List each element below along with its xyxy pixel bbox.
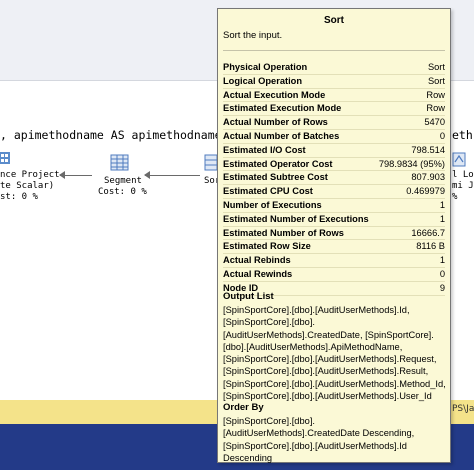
property-value: 798.9834 (95%) xyxy=(378,158,445,169)
output-list-line: [SpinSportCore].[dbo].[AuditUserMethods]… xyxy=(223,391,432,402)
property-row: Estimated Execution Mode Row xyxy=(223,102,445,117)
property-value: 9 xyxy=(439,282,445,293)
property-value: 0.469979 xyxy=(406,186,445,197)
tooltip-properties-table: Physical Operation Sort Logical Operation… xyxy=(223,61,445,296)
property-row: Estimated Number of Executions 1 xyxy=(223,213,445,227)
property-label: Actual Rebinds xyxy=(223,255,291,266)
property-row: Number of Executions 1 xyxy=(223,199,445,213)
property-row: Estimated CPU Cost 0.469979 xyxy=(223,185,445,199)
compute-scalar-label-1: nce Project xyxy=(0,170,60,180)
property-row: Physical Operation Sort xyxy=(223,61,445,75)
property-value: Row xyxy=(426,89,445,100)
right-op-label-2: mi J xyxy=(452,181,474,191)
property-label: Estimated Number of Rows xyxy=(223,227,344,238)
property-label: Estimated Execution Mode xyxy=(223,103,342,114)
sql-code-text: , apimethodname AS apimethodname , r xyxy=(0,128,250,142)
output-list-line: [SpinSportCore].[dbo].[AuditUserMethods]… xyxy=(223,366,429,377)
segment-label: Segment xyxy=(104,176,142,186)
tooltip-description: Sort the input. xyxy=(223,30,283,41)
property-row: Estimated Number of Rows 16666.7 xyxy=(223,227,445,241)
output-list-line: [AuditUserMethods].CreatedDate, [SpinSpo… xyxy=(223,329,434,340)
output-list-title: Output List xyxy=(223,291,274,302)
sort-icon[interactable] xyxy=(204,154,217,172)
property-label: Estimated CPU Cost xyxy=(223,186,313,197)
order-by-line: [SpinSportCore].[dbo].[AuditUserMethods]… xyxy=(223,440,407,451)
property-label: Actual Rewinds xyxy=(223,268,293,279)
right-op-label-3: % xyxy=(452,192,458,202)
property-row: Actual Execution Mode Row xyxy=(223,89,445,103)
property-value: 1 xyxy=(439,199,445,210)
plan-arrow-segment-to-compute xyxy=(59,171,92,179)
property-value: 1 xyxy=(439,213,445,224)
status-path-text: PS\Jai xyxy=(452,404,474,414)
order-by-line: Descending xyxy=(223,452,273,463)
order-by-line: [SpinSportCore].[dbo]. xyxy=(223,416,315,426)
property-label: Physical Operation xyxy=(223,62,308,72)
property-row: Estimated I/O Cost 798.514 xyxy=(223,144,445,158)
plan-arrow-sort-to-segment xyxy=(144,171,200,179)
property-value: 0 xyxy=(439,268,445,279)
property-value: 16666.7 xyxy=(411,227,445,238)
property-value: Sort xyxy=(427,62,445,72)
property-label: Estimated Subtree Cost xyxy=(223,172,328,183)
nested-loops-icon[interactable] xyxy=(452,152,466,168)
sort-operator-tooltip: Sort Sort the input. Physical Operation S… xyxy=(217,8,451,463)
sql-code-text-right: eth xyxy=(452,128,473,142)
order-by-title: Order By xyxy=(223,402,264,413)
property-label: Actual Execution Mode xyxy=(223,89,326,100)
property-row: Estimated Operator Cost 798.9834 (95%) xyxy=(223,158,445,172)
compute-scalar-cost: st: 0 % xyxy=(0,192,38,202)
segment-icon[interactable] xyxy=(110,154,130,172)
property-value: Sort xyxy=(427,75,445,86)
property-value: Row xyxy=(426,103,445,114)
property-value: 8116 B xyxy=(416,241,445,252)
output-list-line: [SpinSportCore].[dbo].[AuditUserMethods]… xyxy=(223,378,446,389)
sql-code-line-right[interactable]: eth xyxy=(452,126,474,144)
property-label: Estimated Operator Cost xyxy=(223,158,333,169)
tooltip-divider-top xyxy=(223,50,445,51)
output-list-line: [SpinSportCore].[dbo].[AuditUserMethods]… xyxy=(223,305,410,315)
right-op-label-1: l Loo xyxy=(452,170,474,180)
property-row: Actual Rewinds 0 xyxy=(223,268,445,282)
output-list-line: [dbo].[AuditUserMethods].ApiMethodName, xyxy=(223,341,403,352)
property-label: Actual Number of Rows xyxy=(223,117,328,128)
property-label: Estimated Number of Executions xyxy=(223,213,369,224)
property-row: Logical Operation Sort xyxy=(223,75,445,89)
property-row: Actual Number of Rows 5470 xyxy=(223,116,445,130)
order-by-list: [SpinSportCore].[dbo]. [AuditUserMethods… xyxy=(223,415,445,464)
property-row: Actual Rebinds 1 xyxy=(223,254,445,268)
property-label: Logical Operation xyxy=(223,75,303,86)
property-row: Actual Number of Batches 0 xyxy=(223,130,445,144)
compute-scalar-icon[interactable] xyxy=(0,150,12,166)
output-list-line: [SpinSportCore].[dbo]. xyxy=(223,317,315,328)
property-label: Number of Executions xyxy=(223,199,322,210)
order-by-line: [AuditUserMethods].CreatedDate Descendin… xyxy=(223,428,415,439)
segment-cost: Cost: 0 % xyxy=(98,187,147,197)
property-value: 5470 xyxy=(424,117,445,128)
property-value: 0 xyxy=(439,130,445,141)
property-label: Actual Number of Batches xyxy=(223,130,340,141)
tooltip-title: Sort xyxy=(324,15,344,26)
property-row: Estimated Subtree Cost 807.903 xyxy=(223,171,445,186)
property-label: Estimated Row Size xyxy=(223,241,311,252)
output-list-line: [SpinSportCore].[dbo].[AuditUserMethods]… xyxy=(223,354,437,365)
property-value: 798.514 xyxy=(411,144,445,155)
property-row: Estimated Row Size 8116 B xyxy=(223,240,445,255)
output-list: [SpinSportCore].[dbo].[AuditUserMethods]… xyxy=(223,304,446,402)
property-label: Estimated I/O Cost xyxy=(223,144,306,155)
property-value: 1 xyxy=(439,255,445,266)
compute-scalar-label-2: te Scalar) xyxy=(0,181,55,191)
property-value: 807.903 xyxy=(411,172,445,183)
